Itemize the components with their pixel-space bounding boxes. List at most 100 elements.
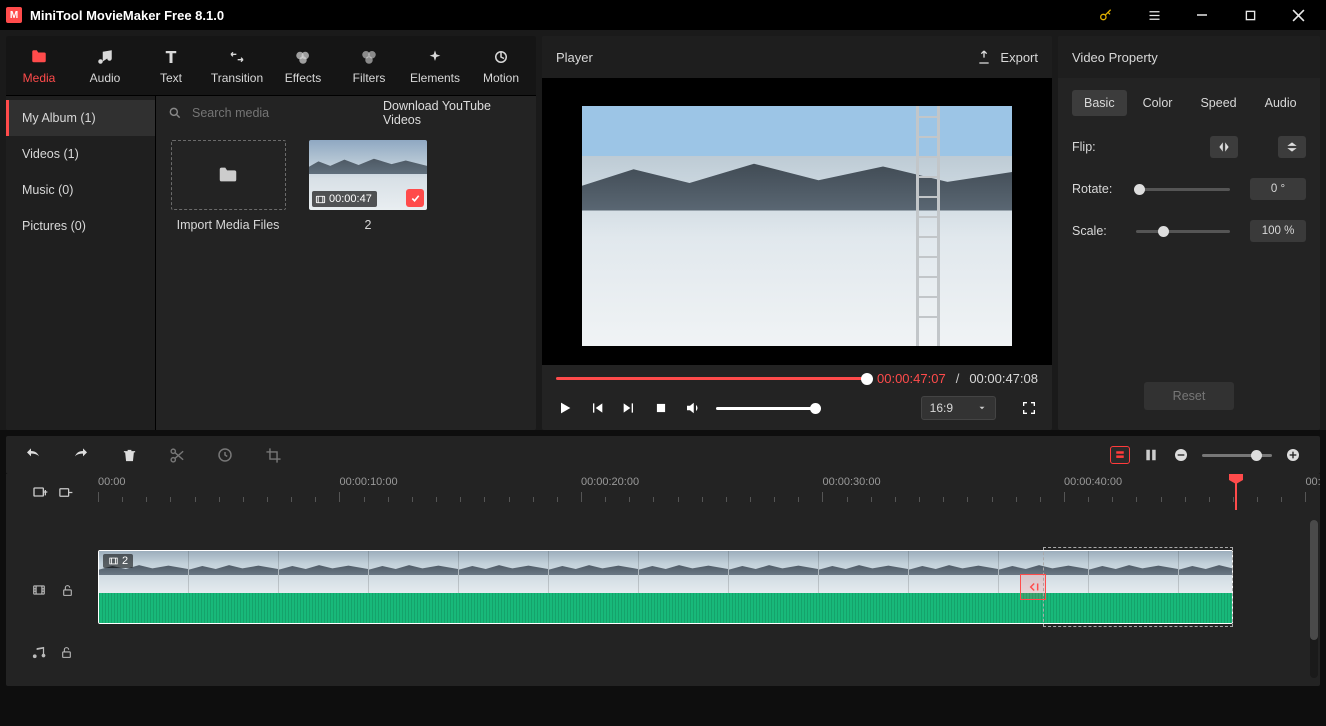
download-youtube-link[interactable]: Download YouTube Videos <box>363 99 524 127</box>
sidebar-item-music[interactable]: Music (0) <box>6 172 155 208</box>
redo-button[interactable] <box>72 446 90 464</box>
text-icon <box>161 47 181 67</box>
tab-audio-prop[interactable]: Audio <box>1253 90 1309 116</box>
zoom-slider[interactable] <box>1202 454 1272 457</box>
property-title: Video Property <box>1072 50 1158 65</box>
maximize-button[interactable] <box>1230 0 1270 30</box>
clip-duration-badge: 00:00:47 <box>312 191 377 207</box>
export-button[interactable]: Export <box>976 49 1038 65</box>
speed-button[interactable] <box>216 446 234 464</box>
media-clip-thumbnail[interactable]: 00:00:47 <box>309 140 427 210</box>
timeline: 00:0000:00:10:0000:00:20:0000:00:30:0000… <box>6 474 1320 686</box>
tab-label: Text <box>160 71 182 85</box>
flip-horizontal-button[interactable] <box>1210 136 1238 158</box>
upgrade-key-icon[interactable] <box>1086 0 1126 30</box>
tab-motion[interactable]: Motion <box>468 36 534 95</box>
tab-text[interactable]: Text <box>138 36 204 95</box>
remove-track-button[interactable] <box>58 485 73 500</box>
rotate-slider[interactable] <box>1136 188 1230 191</box>
time-ruler[interactable]: 00:0000:00:10:0000:00:20:0000:00:30:0000… <box>98 474 1320 510</box>
crop-button[interactable] <box>264 446 282 464</box>
tab-label: Filters <box>353 71 386 85</box>
app-logo-icon: M <box>6 7 22 23</box>
flip-label: Flip: <box>1072 140 1126 154</box>
delete-button[interactable] <box>120 446 138 464</box>
trim-handle[interactable] <box>1020 574 1046 600</box>
playhead[interactable] <box>1235 474 1237 510</box>
motion-icon <box>491 47 511 67</box>
download-icon <box>363 106 377 120</box>
search-input[interactable] <box>190 105 355 121</box>
tab-filters[interactable]: Filters <box>336 36 402 95</box>
time-current: 00:00:47:07 <box>877 371 946 386</box>
player-title: Player <box>556 50 593 65</box>
audio-track[interactable] <box>98 630 1320 674</box>
property-tabs: Basic Color Speed Audio <box>1072 90 1306 116</box>
tab-elements[interactable]: Elements <box>402 36 468 95</box>
tab-label: Media <box>23 71 56 85</box>
video-track-icon <box>31 583 47 597</box>
split-button[interactable] <box>168 446 186 464</box>
lock-audio-icon[interactable] <box>60 645 73 660</box>
sidebar-item-my-album[interactable]: My Album (1) <box>6 100 155 136</box>
effects-icon <box>293 47 313 67</box>
fullscreen-button[interactable] <box>1020 399 1038 417</box>
tab-transition[interactable]: Transition <box>204 36 270 95</box>
flip-vertical-button[interactable] <box>1278 136 1306 158</box>
download-link-label: Download YouTube Videos <box>383 99 524 127</box>
seek-slider[interactable] <box>556 377 867 380</box>
export-label: Export <box>1000 50 1038 65</box>
zoom-in-button[interactable] <box>1284 446 1302 464</box>
tab-speed[interactable]: Speed <box>1188 90 1248 116</box>
music-note-icon <box>95 47 115 67</box>
sparkle-icon <box>425 47 445 67</box>
video-preview[interactable] <box>582 106 1012 346</box>
timeline-view-1-button[interactable] <box>1110 446 1130 464</box>
scale-value[interactable]: 100 % <box>1250 220 1306 242</box>
tab-label: Motion <box>483 71 519 85</box>
aspect-ratio-select[interactable]: 16:9 <box>921 396 996 420</box>
tab-label: Effects <box>285 71 321 85</box>
aspect-value: 16:9 <box>930 401 953 415</box>
app-title: MiniTool MovieMaker Free 8.1.0 <box>30 8 224 23</box>
lock-track-icon[interactable] <box>61 583 74 598</box>
tab-label: Elements <box>410 71 460 85</box>
import-caption: Import Media Files <box>177 218 280 232</box>
rotate-value[interactable]: 0 ° <box>1250 178 1306 200</box>
clip-tag-text: 2 <box>122 555 128 567</box>
tab-effects[interactable]: Effects <box>270 36 336 95</box>
titlebar: M MiniTool MovieMaker Free 8.1.0 <box>0 0 1326 30</box>
menu-icon[interactable] <box>1134 0 1174 30</box>
undo-button[interactable] <box>24 446 42 464</box>
volume-slider[interactable] <box>716 407 816 410</box>
add-track-button[interactable] <box>32 484 48 500</box>
tab-color[interactable]: Color <box>1131 90 1185 116</box>
scale-label: Scale: <box>1072 224 1126 238</box>
time-total: 00:00:47:08 <box>969 371 1038 386</box>
stop-button[interactable] <box>652 399 670 417</box>
reset-button[interactable]: Reset <box>1144 382 1234 410</box>
sidebar-item-videos[interactable]: Videos (1) <box>6 136 155 172</box>
timeline-scrollbar[interactable] <box>1310 520 1318 678</box>
scale-slider[interactable] <box>1136 230 1230 233</box>
timeline-view-2-button[interactable] <box>1142 446 1160 464</box>
search-icon <box>168 106 182 120</box>
media-library-panel: Media Audio Text Transition Effects Filt… <box>6 36 536 430</box>
tab-audio[interactable]: Audio <box>72 36 138 95</box>
minimize-button[interactable] <box>1182 0 1222 30</box>
chevron-down-icon <box>977 403 987 413</box>
tab-basic[interactable]: Basic <box>1072 90 1127 116</box>
tab-media[interactable]: Media <box>6 36 72 95</box>
media-category-tabs: Media Audio Text Transition Effects Filt… <box>6 36 536 96</box>
prev-frame-button[interactable] <box>588 399 606 417</box>
next-frame-button[interactable] <box>620 399 638 417</box>
sidebar-item-pictures[interactable]: Pictures (0) <box>6 208 155 244</box>
zoom-out-button[interactable] <box>1172 446 1190 464</box>
timeline-toolbar <box>6 436 1320 474</box>
audio-track-icon <box>31 645 46 660</box>
volume-icon[interactable] <box>684 399 702 417</box>
video-track[interactable]: 2 <box>98 550 1320 630</box>
play-button[interactable] <box>556 399 574 417</box>
close-button[interactable] <box>1278 0 1318 30</box>
import-media-button[interactable] <box>171 140 286 210</box>
